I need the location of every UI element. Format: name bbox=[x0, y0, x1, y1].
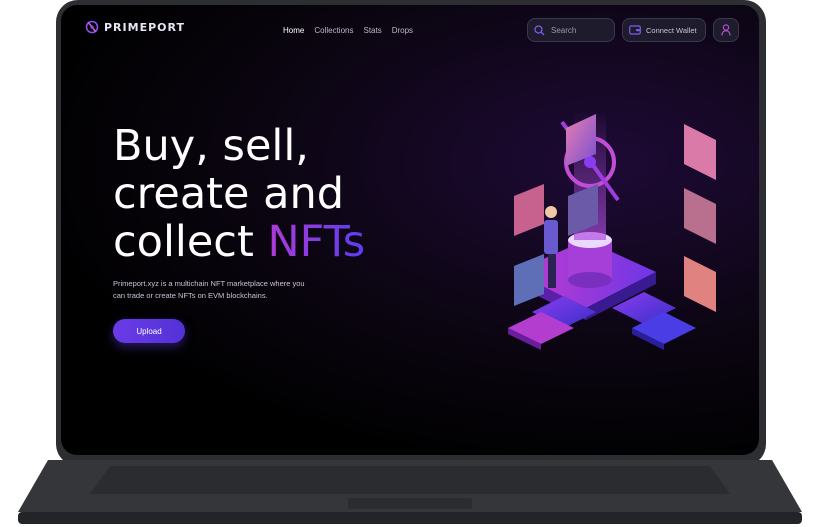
hero-title-line2: create and bbox=[113, 169, 345, 219]
nft-card-7 bbox=[684, 256, 716, 312]
profile-button[interactable] bbox=[713, 18, 739, 42]
logo-icon bbox=[85, 20, 99, 34]
search-box[interactable]: Search bbox=[527, 18, 615, 42]
brand-name: PRIMEPORT bbox=[104, 20, 185, 34]
user-icon bbox=[721, 24, 731, 36]
connect-wallet-label: Connect Wallet bbox=[646, 25, 697, 35]
nft-card-2 bbox=[684, 124, 716, 180]
nav-link-collections[interactable]: Collections bbox=[314, 26, 353, 35]
nav-link-stats[interactable]: Stats bbox=[363, 26, 381, 35]
app-screen: PRIMEPORT Home Collections Stats Drops S… bbox=[61, 5, 759, 455]
hero-title: Buy, sell, create and collect NFTs bbox=[113, 122, 365, 266]
nft-card-5 bbox=[684, 188, 716, 244]
nft-isometric-illustration bbox=[508, 110, 716, 350]
hero-title-highlight: NFTs bbox=[267, 217, 366, 267]
wallet-icon bbox=[629, 25, 641, 35]
nft-card-6 bbox=[514, 254, 544, 306]
nft-card-3 bbox=[514, 184, 544, 236]
nav-link-home[interactable]: Home bbox=[283, 26, 304, 35]
hero-title-line1: Buy, sell, bbox=[113, 121, 309, 171]
search-placeholder: Search bbox=[551, 25, 577, 35]
laptop-keyboard-base bbox=[18, 460, 802, 524]
hero-title-line3: collect NFTs bbox=[113, 218, 365, 266]
top-navbar: PRIMEPORT Home Collections Stats Drops S… bbox=[61, 5, 759, 55]
hero-title-line3-prefix: collect bbox=[113, 217, 268, 267]
search-icon bbox=[534, 24, 545, 35]
upload-button[interactable]: Upload bbox=[113, 319, 185, 343]
hero-description: Primeport.xyz is a multichain NFT market… bbox=[113, 279, 305, 300]
connect-wallet-button[interactable]: Connect Wallet bbox=[622, 18, 706, 42]
brand-logo[interactable]: PRIMEPORT bbox=[85, 20, 185, 34]
nav-link-drops[interactable]: Drops bbox=[392, 26, 413, 35]
nav-links: Home Collections Stats Drops bbox=[283, 26, 413, 35]
